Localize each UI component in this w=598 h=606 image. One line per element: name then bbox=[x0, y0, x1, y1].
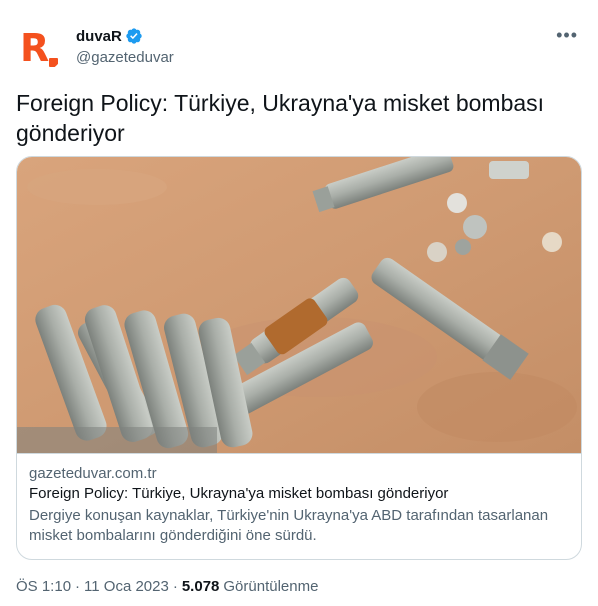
tweet-meta: ÖS 1:10 · 11 Oca 2023 · 5.078 Görüntülen… bbox=[16, 578, 318, 595]
card-domain: gazeteduvar.com.tr bbox=[29, 465, 157, 482]
name-row: duvaR bbox=[76, 27, 143, 45]
link-card[interactable]: gazeteduvar.com.tr Foreign Policy: Türki… bbox=[16, 156, 582, 560]
verified-badge-icon bbox=[126, 28, 142, 44]
more-options-icon[interactable]: ••• bbox=[556, 26, 578, 44]
display-name[interactable]: duvaR bbox=[76, 28, 122, 45]
avatar-logo-letter: R bbox=[20, 26, 50, 70]
card-image[interactable] bbox=[17, 157, 582, 453]
meta-separator-2: · bbox=[172, 578, 178, 595]
tweet-text: Foreign Policy: Türkiye, Ukrayna'ya misk… bbox=[16, 90, 545, 146]
avatar-logo-dot bbox=[49, 58, 58, 67]
card-title: Foreign Policy: Türkiye, Ukrayna'ya misk… bbox=[29, 485, 449, 502]
views-count[interactable]: 5.078 bbox=[182, 578, 220, 595]
card-description: Dergiye konuşan kaynaklar, Türkiye'nin U… bbox=[29, 507, 549, 544]
card-body[interactable]: gazeteduvar.com.tr Foreign Policy: Türki… bbox=[17, 453, 581, 559]
views-label: Görüntülenme bbox=[223, 578, 319, 595]
handle[interactable]: @gazeteduvar bbox=[76, 49, 174, 66]
tweet-date[interactable]: 11 Oca 2023 bbox=[84, 578, 169, 595]
avatar[interactable]: R bbox=[16, 24, 64, 72]
tweet-time[interactable]: ÖS 1:10 bbox=[16, 578, 71, 595]
meta-separator: · bbox=[75, 578, 81, 595]
tweet-header: R duvaR @gazeteduvar ••• bbox=[16, 24, 582, 74]
